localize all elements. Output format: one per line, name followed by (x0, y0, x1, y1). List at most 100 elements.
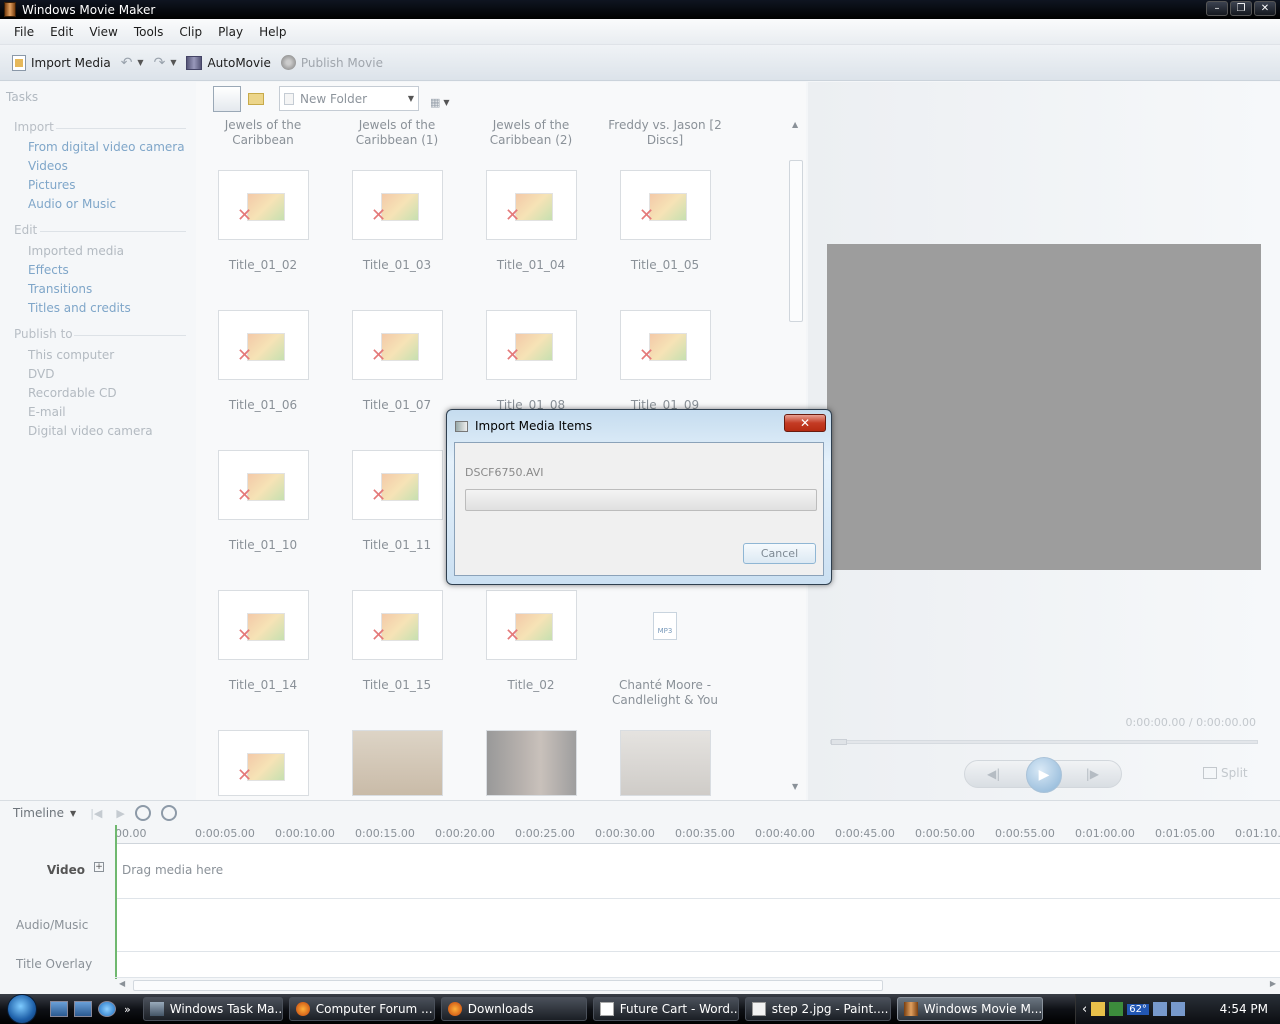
redo-dropdown-icon[interactable]: ▼ (170, 58, 176, 67)
photo-thumbnail[interactable] (486, 730, 577, 796)
restore-button[interactable]: ❐ (1230, 1, 1252, 16)
clip-thumbnail[interactable]: ✕ (352, 310, 443, 380)
clip-thumbnail[interactable]: ✕ (486, 590, 577, 660)
clock[interactable]: 4:54 PM (1220, 1002, 1268, 1016)
automovie-button[interactable]: AutoMovie (186, 55, 271, 70)
chevron-down-icon[interactable]: ▼ (70, 809, 76, 818)
weather-temperature[interactable]: 62° (1127, 1003, 1149, 1015)
previous-frame-icon[interactable]: ◀| (987, 767, 1000, 781)
network-icon[interactable] (1152, 1002, 1167, 1016)
view-toggle-button[interactable] (213, 86, 241, 112)
clip-label: Title_01_07 (362, 398, 432, 412)
task-import-audio[interactable]: Audio or Music (28, 197, 116, 211)
clip-thumbnail[interactable]: ✕ (620, 170, 711, 240)
taskbar-item-movie-maker[interactable]: Windows Movie M... (896, 997, 1043, 1021)
task-import-pictures[interactable]: Pictures (28, 178, 76, 192)
close-button[interactable]: ✕ (1254, 1, 1276, 16)
taskbar-item-downloads[interactable]: Downloads (440, 997, 587, 1021)
folder-dropdown[interactable]: New Folder ▼ (279, 86, 419, 111)
scroll-thumb[interactable] (789, 160, 803, 322)
publish-movie-button[interactable]: Publish Movie (280, 55, 383, 70)
taskbar-item-computer-forum[interactable]: Computer Forum ... (288, 997, 435, 1021)
dialog-close-button[interactable]: ✕ (784, 414, 826, 432)
audio-file-icon[interactable]: MP3 (653, 612, 677, 640)
photo-thumbnail[interactable] (352, 730, 443, 796)
internet-explorer-icon[interactable] (98, 1001, 116, 1017)
scroll-down-icon[interactable]: ▼ (792, 782, 798, 791)
paint-icon (751, 1002, 766, 1016)
missing-file-icon: ✕ (237, 205, 253, 226)
seek-bar[interactable] (830, 739, 1258, 745)
task-imported-media[interactable]: Imported media (28, 244, 124, 258)
minimize-button[interactable]: – (1206, 1, 1228, 16)
task-recordable-cd[interactable]: Recordable CD (28, 386, 117, 400)
taskbar-item-task-manager[interactable]: Windows Task Ma... (142, 997, 283, 1021)
volume-icon[interactable] (1170, 1002, 1185, 1016)
clip-thumbnail[interactable]: ✕ (218, 170, 309, 240)
clip-thumbnail[interactable]: ✕ (486, 170, 577, 240)
scroll-right-icon[interactable]: ▶ (1270, 979, 1276, 988)
task-import-videos[interactable]: Videos (28, 159, 68, 173)
folder-icon[interactable] (248, 86, 266, 112)
menu-help[interactable]: Help (259, 25, 286, 39)
task-this-computer[interactable]: This computer (28, 348, 114, 362)
switch-windows-icon[interactable] (74, 1001, 92, 1017)
menu-clip[interactable]: Clip (179, 25, 202, 39)
video-track[interactable]: Drag media here (115, 844, 1280, 899)
clip-thumbnail[interactable]: ✕ (218, 730, 309, 796)
time-ruler[interactable]: 00.00 0:00:05.00 0:00:10.00 0:00:15.00 0:00:… (115, 825, 1280, 844)
taskbar-item-paint[interactable]: step 2.jpg - Paint.... (744, 997, 891, 1021)
timeline-mode-dropdown[interactable]: Timeline (13, 806, 64, 820)
split-button[interactable]: Split (1203, 766, 1248, 780)
scroll-left-icon[interactable]: ◀ (119, 979, 125, 988)
show-desktop-icon[interactable] (50, 1001, 68, 1017)
show-hidden-icons-icon[interactable]: ‹ (1082, 1002, 1087, 1017)
expand-track-button[interactable]: + (94, 862, 104, 872)
seek-handle[interactable] (831, 739, 847, 745)
task-dvd[interactable]: DVD (28, 367, 54, 381)
clip-thumbnail[interactable]: ✕ (620, 310, 711, 380)
task-digital-video-camera[interactable]: Digital video camera (28, 424, 153, 438)
audio-track[interactable] (115, 899, 1280, 952)
security-tray-icon[interactable] (1109, 1002, 1124, 1016)
folder-tray-icon[interactable] (1091, 1002, 1106, 1016)
clip-thumbnail[interactable]: ✕ (352, 450, 443, 520)
rewind-icon[interactable]: |◀ (90, 807, 102, 820)
clip-thumbnail[interactable]: ✕ (352, 170, 443, 240)
scroll-thumb[interactable] (133, 980, 883, 991)
quick-launch-more-icon[interactable]: » (124, 1003, 131, 1016)
zoom-out-icon[interactable] (160, 805, 177, 821)
menu-file[interactable]: File (14, 25, 34, 39)
clip-thumbnail[interactable]: ✕ (218, 310, 309, 380)
task-titles-credits[interactable]: Titles and credits (28, 301, 131, 315)
cancel-button[interactable]: Cancel (743, 543, 816, 564)
photo-thumbnail[interactable] (620, 730, 711, 796)
undo-button[interactable]: ↶ ▼ (121, 55, 144, 71)
menu-view[interactable]: View (89, 25, 117, 39)
clip-thumbnail[interactable]: ✕ (218, 590, 309, 660)
zoom-in-icon[interactable] (134, 805, 151, 821)
task-transitions[interactable]: Transitions (28, 282, 92, 296)
title-overlay-track[interactable] (115, 952, 1280, 978)
clip-thumbnail[interactable]: ✕ (486, 310, 577, 380)
clip-thumbnail[interactable]: ✕ (218, 450, 309, 520)
arrange-button[interactable]: ▦ ▼ (430, 86, 460, 112)
task-email[interactable]: E-mail (28, 405, 66, 419)
scroll-up-icon[interactable]: ▲ (792, 120, 798, 129)
undo-dropdown-icon[interactable]: ▼ (137, 58, 143, 67)
playhead[interactable] (115, 825, 117, 979)
start-button[interactable] (0, 994, 44, 1024)
clip-thumbnail[interactable]: ✕ (352, 590, 443, 660)
play-button[interactable]: ▶ (1026, 757, 1062, 793)
menu-edit[interactable]: Edit (50, 25, 73, 39)
menu-play[interactable]: Play (218, 25, 243, 39)
horizontal-scrollbar[interactable]: ◀ ▶ (115, 977, 1280, 993)
taskbar-item-word[interactable]: Future Cart - Word... (592, 997, 739, 1021)
task-effects[interactable]: Effects (28, 263, 69, 277)
play-timeline-icon[interactable]: ▶ (116, 807, 124, 820)
menu-tools[interactable]: Tools (134, 25, 164, 39)
redo-button[interactable]: ↷ ▼ (154, 55, 177, 71)
task-from-dv-camera[interactable]: From digital video camera (28, 140, 185, 154)
import-media-button[interactable]: Import Media (12, 54, 111, 71)
next-frame-icon[interactable]: |▶ (1086, 767, 1099, 781)
